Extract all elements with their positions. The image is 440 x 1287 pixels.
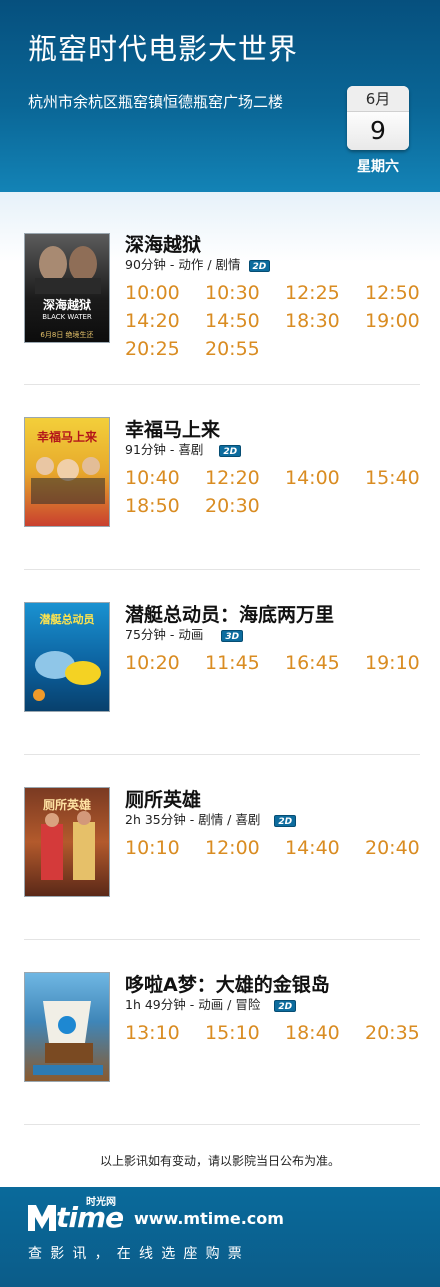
showtime[interactable]: 12:25: [285, 282, 340, 304]
showtime[interactable]: 13:10: [125, 1022, 180, 1044]
calendar-icon: 6月 9: [347, 86, 409, 150]
showtime[interactable]: 16:45: [285, 652, 340, 674]
movie-poster[interactable]: 潜艇总动员: [24, 602, 110, 712]
cinema-address: 杭州市余杭区瓶窑镇恒德瓶窑广场二楼: [28, 93, 284, 111]
showtime[interactable]: 14:00: [285, 467, 340, 489]
movie-poster[interactable]: [24, 972, 110, 1082]
movie-poster[interactable]: 幸福马上来: [24, 417, 110, 527]
poster-title: 幸福马上来: [36, 430, 97, 444]
showtime[interactable]: 12:50: [365, 282, 420, 304]
showtime[interactable]: 20:40: [365, 837, 420, 859]
showtime[interactable]: 20:25: [125, 338, 180, 360]
showtime[interactable]: 14:20: [125, 310, 180, 332]
movie-title[interactable]: 哆啦A梦：大雄的金银岛: [125, 970, 330, 997]
movie-meta: 90分钟 - 动作 / 剧情 2D: [125, 254, 271, 273]
movie-item[interactable]: 厕所英雄 厕所英雄 2h 35分钟 - 剧情 / 喜剧 2D 10:10 12:0…: [0, 747, 440, 932]
movie-item[interactable]: 潜艇总动员 潜艇总动员：海底两万里 75分钟 - 动画 3D 10:20 11:4…: [0, 562, 440, 747]
movie-meta-text: 1h 49分钟 - 动画 / 冒险: [125, 997, 261, 1012]
movie-item[interactable]: 幸福马上来 幸福马上来 91分钟 - 喜剧 2D 10:40 12:20 14:0…: [0, 377, 440, 562]
showtime[interactable]: 14:40: [285, 837, 340, 859]
poster-date: 6月8日 绝境生还: [40, 331, 94, 339]
showtime[interactable]: 14:50: [205, 310, 260, 332]
showtime[interactable]: 15:10: [205, 1022, 260, 1044]
showtime[interactable]: 15:40: [365, 467, 420, 489]
weekday: 星期六: [357, 159, 399, 175]
movie-meta: 91分钟 - 喜剧 2D: [125, 439, 242, 458]
showtime[interactable]: 10:20: [125, 652, 180, 674]
showtime[interactable]: 20:30: [205, 495, 260, 517]
movie-meta: 75分钟 - 动画 3D: [125, 624, 244, 643]
movie-title[interactable]: 厕所英雄: [125, 785, 201, 812]
format-badge: 3D: [221, 629, 244, 642]
notice-text: 以上影讯如有变动，请以影院当日公布为准。: [99, 1154, 340, 1168]
cinema-header: 瓶窑时代电影大世界 杭州市余杭区瓶窑镇恒德瓶窑广场二楼 6月 9 星期六: [0, 0, 440, 192]
showtime[interactable]: 10:10: [125, 837, 180, 859]
schedule-list: 深海越狱 BLACK WATER 6月8日 绝境生还 深海越狱 90分钟 - 动…: [0, 192, 440, 1150]
slogan: 查影讯，在线选座购票: [28, 1246, 250, 1262]
movie-item[interactable]: 哆啦A梦：大雄的金银岛 1h 49分钟 - 动画 / 冒险 2D 13:10 15…: [0, 932, 440, 1117]
showtime[interactable]: 19:00: [365, 310, 420, 332]
showtime[interactable]: 10:40: [125, 467, 180, 489]
showtime[interactable]: 10:30: [205, 282, 260, 304]
showtime[interactable]: 19:10: [365, 652, 420, 674]
movie-title[interactable]: 潜艇总动员：海底两万里: [125, 600, 334, 627]
format-badge: 2D: [219, 444, 242, 457]
format-badge: 2D: [274, 814, 297, 827]
movie-title[interactable]: 幸福马上来: [125, 415, 220, 442]
movie-meta-text: 75分钟 - 动画: [125, 627, 204, 642]
showtime[interactable]: 20:35: [365, 1022, 420, 1044]
divider: [24, 1124, 420, 1125]
site-url[interactable]: www.mtime.com: [134, 1209, 284, 1228]
logo-word[interactable]: time: [56, 1201, 124, 1234]
showtime[interactable]: 12:00: [205, 837, 260, 859]
movie-meta: 2h 35分钟 - 剧情 / 喜剧 2D: [125, 809, 297, 828]
movie-meta-text: 90分钟 - 动作 / 剧情: [125, 257, 241, 272]
format-badge: 2D: [274, 999, 297, 1012]
movie-meta: 1h 49分钟 - 动画 / 冒险 2D: [125, 994, 297, 1013]
poster-title: 厕所英雄: [42, 798, 91, 812]
poster-title: 潜艇总动员: [39, 613, 95, 626]
movie-meta-text: 91分钟 - 喜剧: [125, 442, 204, 457]
showtime[interactable]: 18:30: [285, 310, 340, 332]
calendar-day: 9: [347, 112, 409, 150]
movie-item[interactable]: 深海越狱 BLACK WATER 6月8日 绝境生还 深海越狱 90分钟 - 动…: [0, 192, 440, 377]
ticket-edge-bottom: [0, 1180, 440, 1190]
showtime[interactable]: 11:45: [205, 652, 260, 674]
showtime[interactable]: 10:00: [125, 282, 180, 304]
showtime[interactable]: 12:20: [205, 467, 260, 489]
showtime[interactable]: 18:40: [285, 1022, 340, 1044]
showtime[interactable]: 18:50: [125, 495, 180, 517]
footer: 时光网 time www.mtime.com 查影讯，在线选座购票: [0, 1187, 440, 1287]
movie-poster[interactable]: 厕所英雄: [24, 787, 110, 897]
poster-title: 深海越狱: [42, 298, 91, 312]
cinema-name: 瓶窑时代电影大世界: [28, 32, 299, 66]
showtime[interactable]: 20:55: [205, 338, 260, 360]
format-badge: 2D: [248, 259, 271, 272]
poster-subtitle: BLACK WATER: [42, 313, 92, 321]
poster-art-icon: [35, 246, 101, 294]
calendar-month: 6月: [347, 86, 409, 112]
mtime-logo-icon[interactable]: [28, 1203, 56, 1231]
movie-title[interactable]: 深海越狱: [125, 230, 201, 257]
movie-meta-text: 2h 35分钟 - 剧情 / 喜剧: [125, 812, 261, 827]
poster-art-icon: [33, 1001, 103, 1075]
movie-poster[interactable]: 深海越狱 BLACK WATER 6月8日 绝境生还: [24, 233, 110, 343]
